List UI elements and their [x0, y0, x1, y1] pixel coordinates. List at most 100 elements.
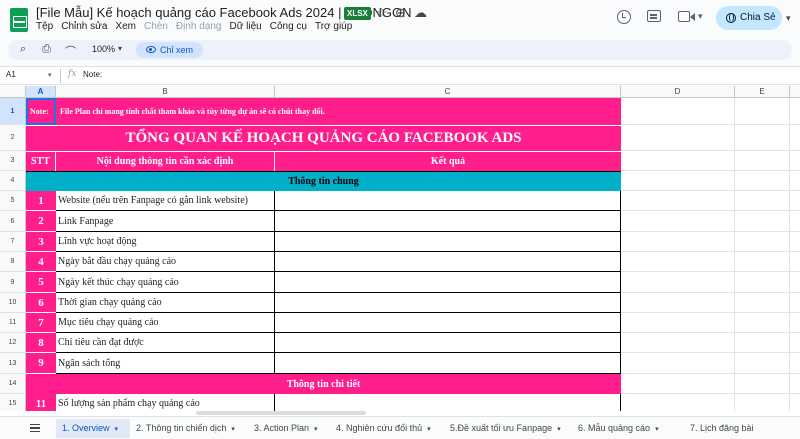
empty-cell[interactable]: [790, 252, 800, 272]
empty-cell[interactable]: [621, 125, 735, 151]
empty-cell[interactable]: [735, 353, 790, 374]
chevron-down-icon[interactable]: ▾: [427, 426, 431, 433]
item-number-cell[interactable]: 7: [26, 313, 56, 333]
empty-cell[interactable]: [790, 272, 800, 293]
empty-cell[interactable]: [735, 171, 790, 191]
item-number-cell[interactable]: 9: [26, 353, 56, 374]
move-icon[interactable]: ⊕: [395, 5, 406, 21]
item-result-cell[interactable]: [275, 394, 621, 411]
header-result-cell[interactable]: Kết quả: [275, 151, 621, 171]
empty-cell[interactable]: [790, 171, 800, 191]
item-number-cell[interactable]: 11: [26, 394, 56, 411]
row-header[interactable]: 2: [0, 125, 26, 151]
row-header[interactable]: 7: [0, 232, 26, 252]
menu-item[interactable]: Trợ giúp: [315, 21, 352, 32]
menu-item[interactable]: Công cụ: [270, 21, 307, 32]
empty-cell[interactable]: [790, 98, 800, 125]
chevron-down-icon[interactable]: ▾: [48, 71, 52, 79]
empty-cell[interactable]: [735, 191, 790, 211]
all-sheets-menu-icon[interactable]: [30, 424, 40, 432]
menu-item[interactable]: Xem: [115, 21, 136, 32]
empty-cell[interactable]: [735, 333, 790, 353]
header-stt-cell[interactable]: STT: [26, 151, 56, 171]
select-all-corner[interactable]: [0, 86, 26, 98]
empty-cell[interactable]: [790, 232, 800, 252]
empty-cell[interactable]: [735, 125, 790, 151]
row-header[interactable]: 14: [0, 374, 26, 394]
name-box[interactable]: A1: [6, 70, 16, 79]
empty-cell[interactable]: [735, 272, 790, 293]
menu-item[interactable]: Tệp: [36, 21, 53, 32]
zoom-select[interactable]: 100%: [92, 44, 115, 54]
cloud-status-icon[interactable]: ☁: [414, 5, 427, 21]
sheet-tab[interactable]: 5.Đề xuất tối ưu Fanpage ▾: [444, 419, 572, 438]
empty-cell[interactable]: [621, 232, 735, 252]
sheet-tab[interactable]: 2. Thông tin chiến dịch ▾: [130, 419, 248, 438]
chevron-down-icon[interactable]: ▾: [655, 426, 659, 433]
star-icon[interactable]: ☆: [376, 5, 388, 21]
empty-cell[interactable]: [735, 313, 790, 333]
row-header[interactable]: 13: [0, 353, 26, 374]
empty-cell[interactable]: [621, 353, 735, 374]
chevron-down-icon[interactable]: ▾: [115, 426, 119, 433]
row-header[interactable]: 15: [0, 394, 26, 411]
empty-cell[interactable]: [790, 211, 800, 232]
item-result-cell[interactable]: [275, 191, 621, 211]
column-header-c[interactable]: C: [275, 86, 621, 98]
item-text-cell[interactable]: Lĩnh vực hoạt động: [56, 232, 275, 252]
row-header[interactable]: 1: [0, 98, 26, 125]
empty-cell[interactable]: [621, 293, 735, 313]
item-number-cell[interactable]: 1: [26, 191, 56, 211]
chevron-down-icon[interactable]: ▾: [314, 426, 318, 433]
row-header[interactable]: 9: [0, 272, 26, 293]
empty-cell[interactable]: [790, 394, 800, 411]
item-number-cell[interactable]: 3: [26, 232, 56, 252]
section-detail-cell[interactable]: Thông tin chi tiết: [26, 374, 621, 394]
empty-cell[interactable]: [621, 252, 735, 272]
item-text-cell[interactable]: Số lượng sản phẩm chạy quảng cáo: [56, 394, 275, 411]
empty-cell[interactable]: [621, 333, 735, 353]
empty-cell[interactable]: [621, 151, 735, 171]
item-number-cell[interactable]: 6: [26, 293, 56, 313]
empty-cell[interactable]: [735, 232, 790, 252]
empty-cell[interactable]: [735, 394, 790, 411]
note-text-cell[interactable]: File Plan chỉ mang tính chất tham khảo v…: [56, 98, 621, 125]
row-header[interactable]: 5: [0, 191, 26, 211]
item-result-cell[interactable]: [275, 232, 621, 252]
empty-cell[interactable]: [735, 211, 790, 232]
empty-cell[interactable]: [790, 151, 800, 171]
empty-cell[interactable]: [621, 374, 735, 394]
item-text-cell[interactable]: Thời gian chạy quảng cáo: [56, 293, 275, 313]
meet-video-icon[interactable]: [678, 11, 695, 22]
item-number-cell[interactable]: 2: [26, 211, 56, 232]
empty-cell[interactable]: [735, 374, 790, 394]
column-header-d[interactable]: D: [621, 86, 735, 98]
empty-cell[interactable]: [735, 252, 790, 272]
spreadsheet-grid[interactable]: ABCDE 1 2 3 4 5 6 7 8 9 10 11 12 13 14 15 Note: File Pl…: [0, 86, 800, 411]
sheets-logo-icon[interactable]: [10, 8, 28, 32]
comment-icon[interactable]: [647, 10, 661, 22]
empty-cell[interactable]: [621, 211, 735, 232]
scrollbar-thumb[interactable]: [196, 411, 366, 415]
empty-cell[interactable]: [790, 313, 800, 333]
section-general-cell[interactable]: Thông tin chung: [26, 171, 621, 191]
empty-cell[interactable]: [621, 394, 735, 411]
chevron-down-icon[interactable]: ▾: [231, 426, 235, 433]
item-text-cell[interactable]: Ngày kết thúc chạy quảng cáo: [56, 272, 275, 293]
sheet-tab[interactable]: 6. Mẫu quảng cáo ▾: [572, 419, 684, 438]
print-icon[interactable]: ⎙: [42, 43, 51, 56]
item-text-cell[interactable]: Ngân sách tổng: [56, 353, 275, 374]
sheet-tab[interactable]: 7. Lịch đăng bài: [684, 419, 754, 438]
header-content-cell[interactable]: Nội dung thông tin cần xác định: [56, 151, 275, 171]
item-number-cell[interactable]: 8: [26, 333, 56, 353]
note-label-cell[interactable]: Note:: [26, 98, 56, 125]
empty-cell[interactable]: [735, 151, 790, 171]
empty-cell[interactable]: [790, 353, 800, 374]
empty-cell[interactable]: [621, 171, 735, 191]
item-number-cell[interactable]: 5: [26, 272, 56, 293]
sheet-tab[interactable]: 1. Overview ▾: [56, 419, 130, 438]
main-title-cell[interactable]: TỔNG QUAN KẾ HOẠCH QUẢNG CÁO FACEBOOK AD…: [26, 125, 621, 151]
empty-cell[interactable]: [735, 293, 790, 313]
column-header-b[interactable]: B: [56, 86, 275, 98]
empty-cell[interactable]: [790, 293, 800, 313]
